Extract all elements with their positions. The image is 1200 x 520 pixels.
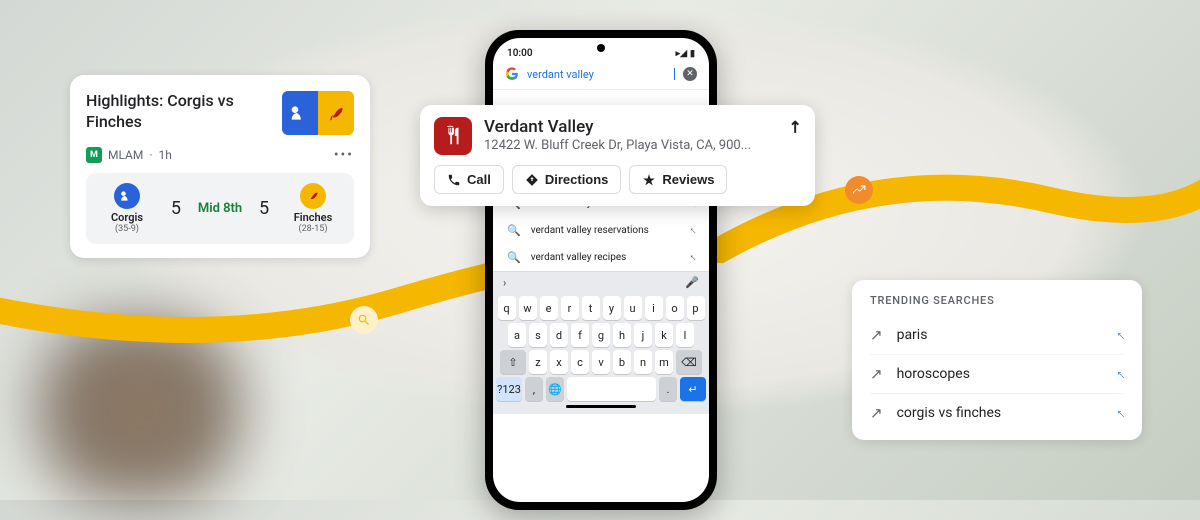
sports-meta: M MLAM · 1h ••• — [86, 147, 354, 163]
trending-up-icon: ↗ — [870, 365, 883, 383]
insert-icon[interactable]: ↑ — [686, 224, 699, 237]
key-j[interactable]: j — [634, 323, 652, 347]
search-icon: 🔍 — [507, 224, 521, 237]
insert-icon[interactable]: ↑ — [1112, 327, 1129, 344]
team-b-score: 5 — [259, 198, 269, 219]
directions-button[interactable]: Directions — [512, 165, 622, 194]
ribbon-trending-icon — [845, 176, 873, 204]
team-a-name: Corgis — [111, 211, 143, 224]
comma-key[interactable]: , — [525, 377, 543, 401]
status-icons: ▸◢▮ — [676, 48, 695, 59]
key-u[interactable]: u — [624, 296, 642, 320]
trending-title: TRENDING SEARCHES — [870, 294, 1124, 307]
time-ago: 1h — [159, 148, 172, 162]
key-t[interactable]: t — [582, 296, 600, 320]
keyboard: qwertyuiop asdfghjkl ⇧ zxcvbnm ⌫ ?123 , … — [493, 293, 709, 414]
key-n[interactable]: n — [634, 350, 652, 374]
call-button[interactable]: Call — [434, 165, 504, 194]
sports-title: Highlights: Corgis vs Finches — [86, 91, 246, 133]
place-name: Verdant Valley — [484, 117, 751, 137]
key-m[interactable]: m — [655, 350, 673, 374]
shift-key[interactable]: ⇧ — [500, 350, 526, 374]
numeric-key[interactable]: ?123 — [496, 377, 522, 401]
key-q[interactable]: q — [498, 296, 516, 320]
clock: 10:00 — [507, 48, 533, 59]
enter-key[interactable]: ↵ — [680, 377, 706, 401]
more-icon[interactable]: ••• — [334, 147, 354, 163]
google-logo-icon — [505, 67, 519, 81]
insert-icon[interactable]: ↑ — [1112, 405, 1129, 422]
key-w[interactable]: w — [519, 296, 537, 320]
key-i[interactable]: i — [645, 296, 663, 320]
trending-item[interactable]: ↗ horoscopes ↑ — [870, 354, 1124, 393]
key-f[interactable]: f — [571, 323, 589, 347]
key-c[interactable]: c — [571, 350, 589, 374]
insert-icon[interactable]: ↑ — [1112, 366, 1129, 383]
suggestion-item[interactable]: 🔍verdant valley recipes↑ — [493, 244, 709, 271]
search-bar[interactable]: verdant valley ✕ — [493, 63, 709, 85]
source-badge: M — [86, 147, 102, 163]
star-icon — [642, 173, 656, 187]
open-arrow-icon[interactable]: ↗ — [783, 115, 806, 138]
key-r[interactable]: r — [561, 296, 579, 320]
trending-item[interactable]: ↗ paris ↑ — [870, 315, 1124, 354]
key-b[interactable]: b — [613, 350, 631, 374]
search-icon: 🔍 — [507, 251, 521, 264]
team-b-name: Finches — [294, 211, 333, 224]
key-g[interactable]: g — [592, 323, 610, 347]
space-key[interactable] — [567, 377, 656, 401]
phone-icon — [447, 173, 461, 187]
key-k[interactable]: k — [655, 323, 673, 347]
key-p[interactable]: p — [687, 296, 705, 320]
backspace-key[interactable]: ⌫ — [676, 350, 702, 374]
home-indicator — [566, 405, 636, 408]
team-b-logo — [300, 183, 326, 209]
mic-icon[interactable]: 🎤 — [685, 276, 699, 289]
insert-icon[interactable]: ↑ — [686, 251, 699, 264]
camera-notch — [597, 44, 605, 52]
keyboard-toolbar: › 🎤 — [493, 271, 709, 293]
key-y[interactable]: y — [603, 296, 621, 320]
phone-frame: 10:00 ▸◢▮ verdant valley ✕ 🔍verdant vall… — [485, 30, 717, 510]
clear-icon[interactable]: ✕ — [683, 67, 697, 81]
key-z[interactable]: z — [529, 350, 547, 374]
globe-key[interactable]: 🌐 — [546, 377, 564, 401]
place-result-card[interactable]: Verdant Valley 12422 W. Bluff Creek Dr, … — [420, 105, 815, 206]
key-d[interactable]: d — [550, 323, 568, 347]
key-h[interactable]: h — [613, 323, 631, 347]
directions-icon — [525, 173, 539, 187]
key-x[interactable]: x — [550, 350, 568, 374]
key-v[interactable]: v — [592, 350, 610, 374]
suggestion-item[interactable]: 🔍verdant valley reservations↑ — [493, 217, 709, 244]
key-e[interactable]: e — [540, 296, 558, 320]
reviews-button[interactable]: Reviews — [629, 165, 727, 194]
trending-up-icon: ↗ — [870, 404, 883, 422]
background-blur — [0, 320, 280, 500]
trending-up-icon: ↗ — [870, 326, 883, 344]
team-a-record: (35-9) — [115, 224, 139, 234]
game-status: Mid 8th — [198, 201, 242, 216]
score-row[interactable]: Corgis (35-9) 5 Mid 8th 5 Finches (28-15… — [86, 173, 354, 244]
key-l[interactable]: l — [676, 323, 694, 347]
key-a[interactable]: a — [508, 323, 526, 347]
trending-searches-card: TRENDING SEARCHES ↗ paris ↑ ↗ horoscopes… — [852, 280, 1142, 440]
key-s[interactable]: s — [529, 323, 547, 347]
period-key[interactable]: . — [659, 377, 677, 401]
team-flags — [282, 91, 354, 135]
search-input[interactable]: verdant valley — [527, 68, 666, 81]
place-address: 12422 W. Bluff Creek Dr, Playa Vista, CA… — [484, 138, 751, 153]
team-a-score: 5 — [171, 198, 181, 219]
source-name: MLAM — [108, 148, 143, 162]
ribbon-search-icon — [350, 306, 378, 334]
chevron-icon[interactable]: › — [503, 276, 506, 289]
team-b-record: (28-15) — [299, 224, 328, 234]
sports-highlight-card[interactable]: Highlights: Corgis vs Finches M MLAM · 1… — [70, 75, 370, 258]
team-a-logo — [114, 183, 140, 209]
key-o[interactable]: o — [666, 296, 684, 320]
trending-item[interactable]: ↗ corgis vs finches ↑ — [870, 393, 1124, 432]
restaurant-icon — [434, 117, 472, 155]
